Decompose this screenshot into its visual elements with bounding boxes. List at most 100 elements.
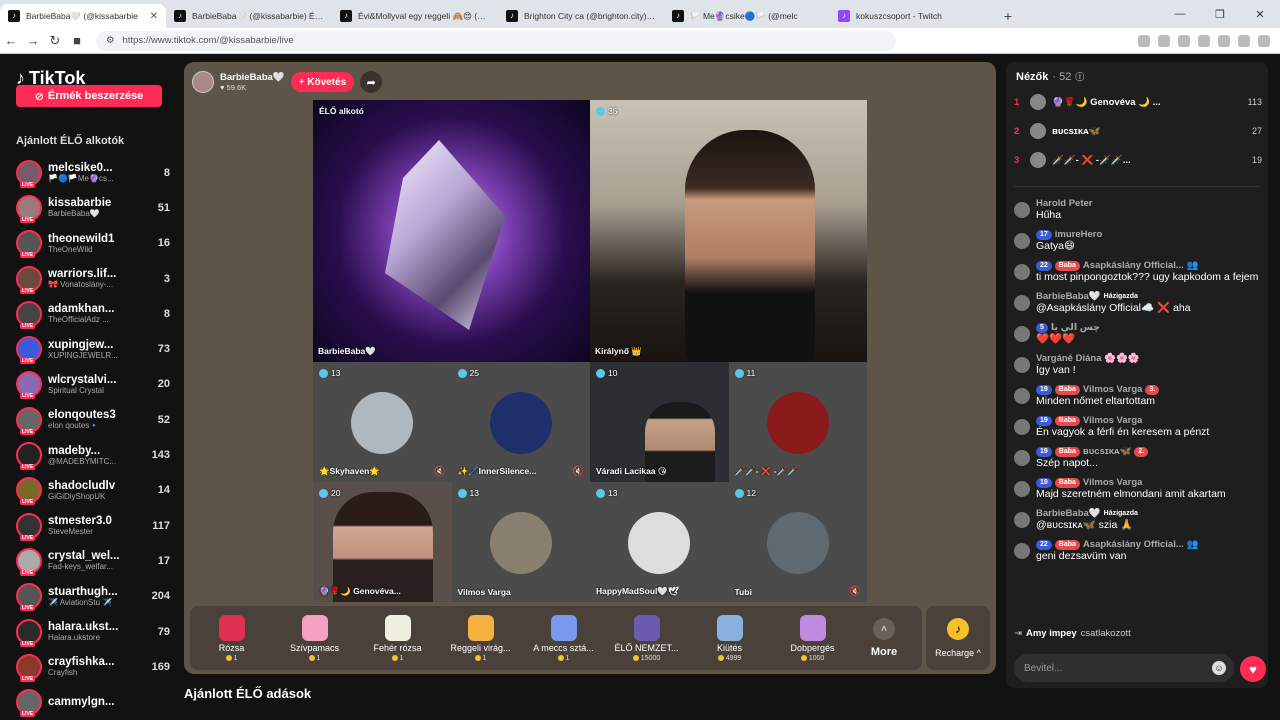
username[interactable]: ʙᴜᴄsɪᴋᴀ🦋 xyxy=(1083,446,1132,457)
gift-item[interactable]: Fehér rózsa 1 xyxy=(356,614,439,662)
gift-item[interactable]: Dobpergés 1000 xyxy=(771,614,854,662)
sidebar-creator[interactable]: LIVE wlcrystalvi... Spiritual Crystal 20 xyxy=(16,367,172,402)
extension-icon[interactable] xyxy=(1238,34,1250,47)
follow-button[interactable]: + Követés xyxy=(290,72,355,92)
extension-icon[interactable] xyxy=(1158,34,1170,47)
sidebar-creator[interactable]: LIVE kissabarbie BarbieBaba🤍 51 xyxy=(16,190,172,225)
emoji-icon[interactable]: ☺ xyxy=(1212,661,1226,675)
sidebar-creator[interactable]: LIVE madeby... @MADEBYMITC... 143 xyxy=(16,437,172,472)
sidebar-creator[interactable]: LIVE adamkhan... TheOfficialAdz ... 8 xyxy=(16,296,172,331)
menu-icon[interactable] xyxy=(1258,34,1270,47)
username[interactable]: Vilmos Varga xyxy=(1083,477,1143,488)
info-icon[interactable]: ⓘ xyxy=(1075,70,1084,83)
chat-message[interactable]: 19 Baba Vilmos Varga Én vagyok a férfi én k… xyxy=(1014,415,1262,439)
username[interactable]: Vilmos Varga xyxy=(1083,384,1143,395)
url-field[interactable]: ⚙ https://www.tiktok.com/@kissabarbie/li… xyxy=(96,30,896,51)
live-badge: LIVE xyxy=(20,640,36,647)
close-tab-icon[interactable]: ✕ xyxy=(150,11,158,22)
username[interactable]: Vargáné Diána 🌸🌸🌸 xyxy=(1036,353,1140,364)
more-gifts-button[interactable]: ˄ More xyxy=(854,618,914,658)
guest-video[interactable]: 13 🌟Skyhaven🌟 🔇 xyxy=(313,362,452,482)
top-viewer[interactable]: 2 ʙᴜᴄsɪᴋᴀ🦋 27 xyxy=(1014,121,1262,141)
username[interactable]: Asapkáslány Official... xyxy=(1083,539,1184,550)
browser-tab[interactable]: ♪ Brighton City ca (@brighton.city) ÉLŐ xyxy=(498,4,664,28)
sidebar-creator[interactable]: LIVE crayfishka... Crayfish 169 xyxy=(16,649,172,684)
host-video[interactable]: ÉLŐ alkotó BarbieBaba🤍 xyxy=(313,100,590,362)
forward-icon[interactable]: → xyxy=(22,33,44,48)
chat-message[interactable]: 19 Baba Vilmos Varga Majd szeretném elmonda… xyxy=(1014,477,1262,501)
browser-tab[interactable]: ♪ BarbieBaba🤍 (@kissabarbie) ÉLŐ xyxy=(166,4,332,28)
username[interactable]: BarbieBaba🤍 xyxy=(1036,508,1101,519)
sidebar-creator[interactable]: LIVE crystal_wel... Fad-keys_welfar... 17 xyxy=(16,543,172,578)
sidebar-creator[interactable]: LIVE warriors.lif... 🎀 Vonatoslány-... 3 xyxy=(16,261,172,296)
minimize-button[interactable]: — xyxy=(1160,0,1200,28)
close-window-button[interactable]: ✕ xyxy=(1240,0,1280,28)
back-icon[interactable]: ← xyxy=(0,33,22,48)
sidebar-creator[interactable]: LIVE melcsike0... 🏳️🔵🏳️Me🔮cs... 8 xyxy=(16,155,172,190)
username[interactable]: imureHero xyxy=(1055,229,1103,240)
username[interactable]: Asapkáslány Official... xyxy=(1083,260,1184,271)
divider xyxy=(1014,186,1260,187)
bookmark-icon[interactable]: ■ xyxy=(66,33,88,48)
guest-video[interactable]: 25 ✨🖊️InnerSilence... 🔇 xyxy=(451,362,590,482)
browser-tab[interactable]: ♪ Évi&Mollyval egy reggeli 🙈😍 (@m xyxy=(332,4,498,28)
sidebar-creator[interactable]: LIVE stmester3.0 SteveMester 117 xyxy=(16,508,172,543)
chat-message[interactable]: BarbieBaba🤍 Házigazda @Asapkáslány Officia… xyxy=(1014,291,1262,315)
sidebar-creator[interactable]: LIVE elonqoutes3 elon qoutes🔹 52 xyxy=(16,402,172,437)
guest-video[interactable]: 20 🔮🌹🌙 Genovéva... xyxy=(313,482,452,602)
username[interactable]: Vilmos Varga xyxy=(1083,415,1143,426)
reload-icon[interactable]: ↻ xyxy=(44,33,66,49)
guest-video[interactable]: 12 Tubi 🔇 xyxy=(728,482,867,602)
recharge-button[interactable]: ♪ Recharge ^ xyxy=(926,606,990,670)
top-viewer[interactable]: 1 🔮🌹🌙 Genovéva 🌙 ... 113 xyxy=(1014,92,1262,112)
sidebar-creator[interactable]: LIVE theonewild1 TheOneWild 16 xyxy=(16,226,172,261)
chat-message[interactable]: 19 Baba ʙᴜᴄsɪᴋᴀ🦋 2. Szép napot... xyxy=(1014,446,1262,470)
browser-tab[interactable]: ♪ 🏳️ Me🔮csike🔵🏳️ (@melc xyxy=(664,4,830,28)
gift-item[interactable]: A meccs sztá... 1 xyxy=(522,614,605,662)
maximize-button[interactable]: ❐ xyxy=(1200,0,1240,28)
like-heart-button[interactable]: ♥ xyxy=(1240,656,1266,682)
chat-message[interactable]: BarbieBaba🤍 Házigazda @ʙᴜᴄsɪᴋᴀ🦋 szia 🙏 xyxy=(1014,508,1262,532)
gift-item[interactable]: Szívpamacs 1 xyxy=(273,614,356,662)
browser-tab[interactable]: ♪ kokuszcsoport - Twitch xyxy=(830,4,996,28)
extension-icon[interactable] xyxy=(1138,34,1150,47)
chat-message[interactable]: Harold Peter Hűha xyxy=(1014,198,1262,222)
site-info-icon[interactable]: ⚙ xyxy=(106,35,115,46)
browser-tab[interactable]: ♪ BarbieBaba🤍 (@kissabarbie ✕ xyxy=(0,4,166,28)
viewer-count: 52 xyxy=(157,413,170,426)
username[interactable]: BarbieBaba🤍 xyxy=(1036,291,1101,302)
chat-message[interactable]: Vargáné Diána 🌸🌸🌸 Így van ! xyxy=(1014,353,1262,377)
chat-message[interactable]: 22 Baba Asapkáslány Official... 👥 geni dezsa… xyxy=(1014,539,1262,563)
username[interactable]: Harold Peter xyxy=(1036,198,1093,209)
sidebar-creator[interactable]: LIVE cammylgn... xyxy=(16,684,172,719)
chat-message[interactable]: 5 چس الي يا ❤️❤️❤️ xyxy=(1014,322,1262,346)
gift-item[interactable]: ÉLŐ NEMZET... 15000 xyxy=(605,614,688,662)
share-arrow-icon[interactable]: ➦ xyxy=(360,71,383,93)
gift-item[interactable]: Rózsa 1 xyxy=(190,614,273,662)
host-avatar[interactable] xyxy=(192,71,214,93)
gift-item[interactable]: Reggeli virág... 1 xyxy=(439,614,522,662)
chat-input[interactable]: Bevitel... ☺ xyxy=(1014,654,1234,682)
gift-item[interactable]: Kiütés 4999 xyxy=(688,614,771,662)
extension-icon[interactable] xyxy=(1218,34,1230,47)
sidebar-creator[interactable]: LIVE halara.ukst... Halara.ukstore 79 xyxy=(16,614,172,649)
message-header: 19 Baba Vilmos Varga xyxy=(1036,415,1262,426)
guest-video[interactable]: 13 HappyMadSoul🤍🕊 xyxy=(590,482,729,602)
extension-icon[interactable] xyxy=(1178,34,1190,47)
chat-message[interactable]: 17 imureHero Gatya😄 xyxy=(1014,229,1262,253)
guest-video[interactable]: 11 🗡️🗡️- ❌ -🗡️🗡️ xyxy=(728,362,867,482)
chat-message[interactable]: 22 Baba Asapkáslány Official... 👥 ti most pi… xyxy=(1014,260,1262,284)
sidebar-creator[interactable]: LIVE xupingjew... XUPINGJEWELR... 73 xyxy=(16,331,172,366)
cohost-video[interactable]: 35 Királynő 👑 xyxy=(590,100,867,362)
host-name[interactable]: BarbieBaba🤍 xyxy=(220,72,285,83)
sidebar-creator[interactable]: LIVE shadocludlv GiGiDiyShopUK 14 xyxy=(16,473,172,508)
guest-video[interactable]: 13 Vilmos Varga xyxy=(451,482,590,602)
username[interactable]: چس الي يا xyxy=(1051,322,1100,333)
sidebar-creator[interactable]: LIVE stuarthugh... ✈️ AviationStu ✈️ 204 xyxy=(16,579,172,614)
viewers-header[interactable]: Nézők · 52 ⓘ xyxy=(1016,70,1084,83)
chat-message[interactable]: 19 Baba Vilmos Varga 3. Minden nőmet eltarto… xyxy=(1014,384,1262,408)
top-viewer[interactable]: 3 🗡️🗡️- ❌ -🗡️🗡️... 19 xyxy=(1014,150,1262,170)
new-tab-button[interactable]: + xyxy=(996,4,1020,28)
extension-icon[interactable] xyxy=(1198,34,1210,47)
guest-video[interactable]: 10 Váradi Lacikaa 😘 xyxy=(590,362,729,482)
